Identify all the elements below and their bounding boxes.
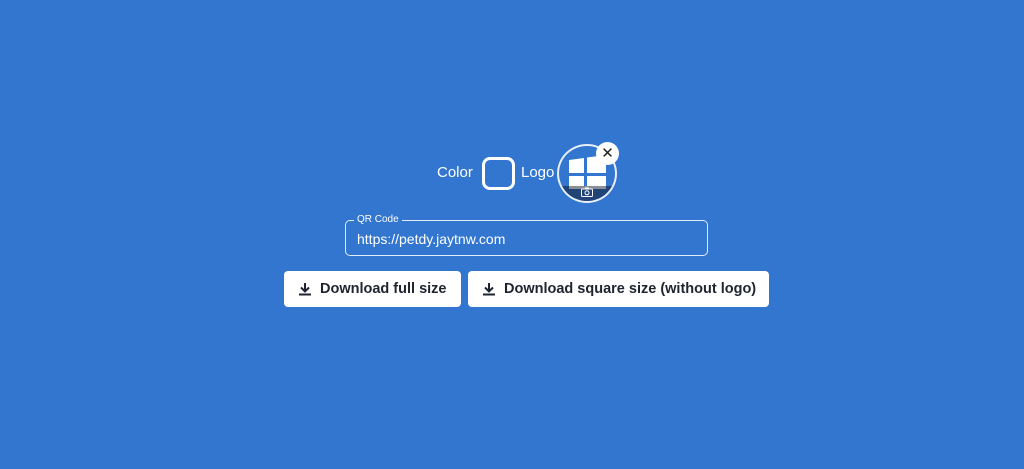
close-icon: ✕ xyxy=(601,145,614,162)
download-square-size-button[interactable]: Download square size (without logo) xyxy=(468,271,769,307)
download-square-size-label: Download square size (without logo) xyxy=(504,281,757,297)
download-icon xyxy=(299,283,311,296)
download-full-size-label: Download full size xyxy=(320,281,447,297)
camera-icon xyxy=(581,187,593,197)
logo-label: Logo xyxy=(521,164,555,181)
color-swatch[interactable] xyxy=(482,157,515,190)
remove-logo-button[interactable]: ✕ xyxy=(596,142,619,165)
color-label: Color xyxy=(437,164,473,181)
qr-code-input[interactable] xyxy=(357,231,697,247)
download-icon xyxy=(483,283,495,296)
style-controls: Color Logo xyxy=(0,143,1024,203)
download-full-size-button[interactable]: Download full size xyxy=(284,271,461,307)
qr-code-label: QR Code xyxy=(354,214,402,225)
